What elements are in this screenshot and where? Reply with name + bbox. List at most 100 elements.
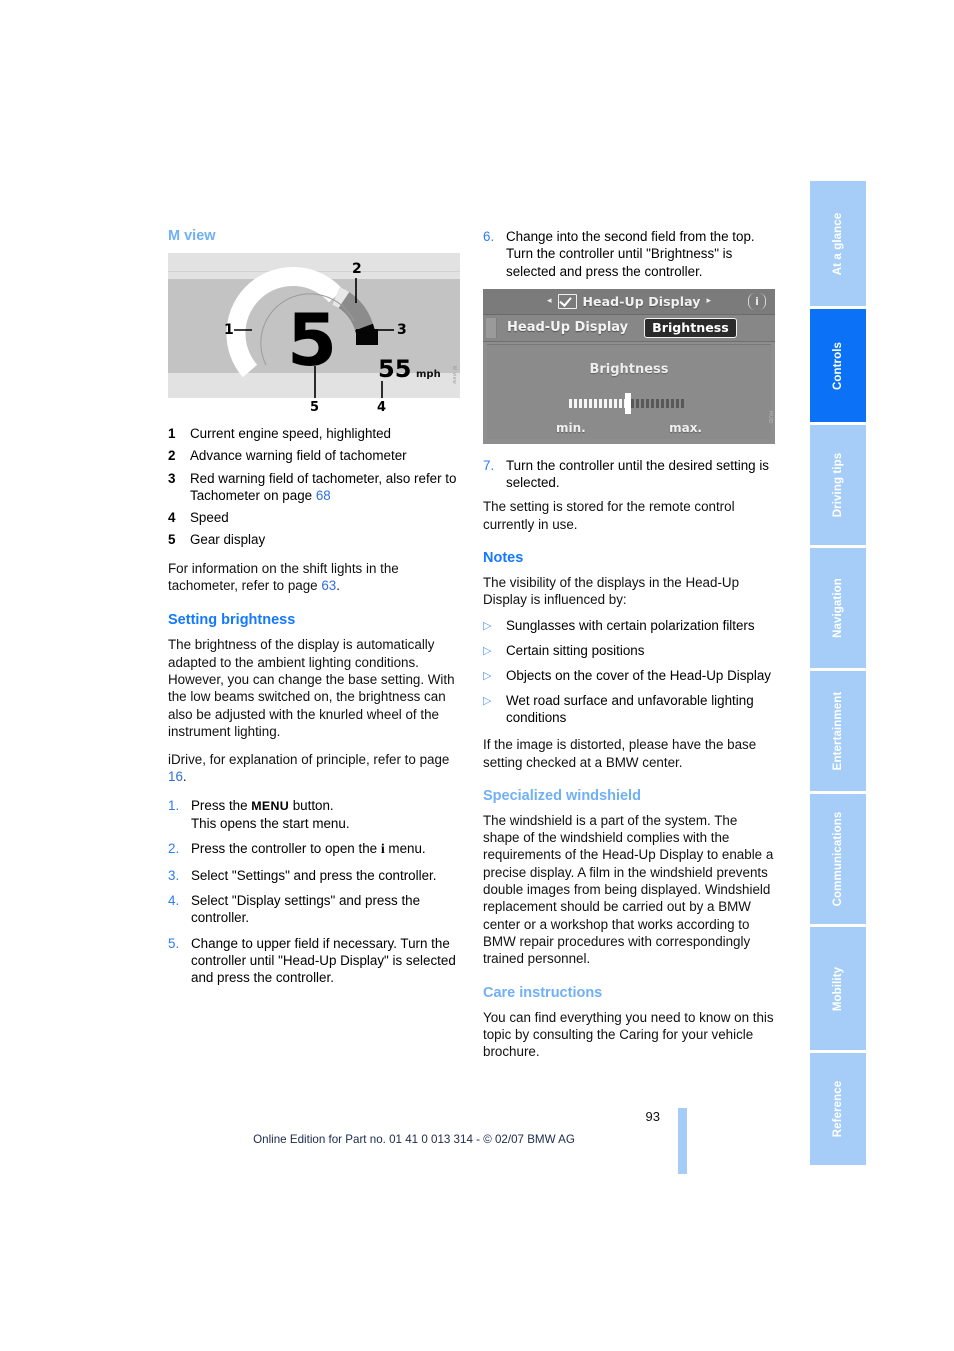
step-item: 3. Select "Settings" and press the contr… <box>168 867 460 884</box>
info-icon[interactable]: i <box>748 292 766 310</box>
step-text: Change into the second field from the to… <box>506 229 755 279</box>
idrive-reference: iDrive, for explanation of principle, re… <box>168 751 460 786</box>
tab-label: Entertainment <box>832 691 844 771</box>
slider-handle[interactable] <box>625 392 631 414</box>
triangle-bullet-icon: ▷ <box>483 619 492 632</box>
footer-accent-bar <box>678 1108 687 1174</box>
step-item: 6. Change into the second field from the… <box>483 228 775 280</box>
legend-text: Red warning field of tachometer, also re… <box>190 470 460 505</box>
notes-intro: The visibility of the displays in the He… <box>483 575 740 608</box>
step-text: Turn the controller until the desired se… <box>506 457 769 491</box>
shift-lights-note: For information on the shift lights in t… <box>168 560 460 595</box>
bullet-text: Certain sitting positions <box>506 642 645 658</box>
step-text-after: menu. <box>384 841 426 857</box>
legend-text: Gear display <box>190 532 266 548</box>
bullet-item: ▷ Sunglasses with certain polarization f… <box>483 617 775 636</box>
checkmark-icon <box>557 293 577 309</box>
step-text-before: Press the controller to open the <box>191 841 381 857</box>
manual-page: At a glance Controls Driving tips Naviga… <box>0 0 954 1351</box>
step-item: 4. Select "Display settings" and press t… <box>168 892 460 927</box>
page-number: 93 <box>645 1109 660 1124</box>
idrive-top-bar: ◂ Head-Up Display ▸ i <box>483 288 775 315</box>
svg-text:1: 1 <box>224 322 234 338</box>
menu-button-glyph: MENU <box>251 798 289 813</box>
idrive-row-slot <box>486 317 497 338</box>
step-number: 6. <box>483 229 495 244</box>
tab-communications[interactable]: Communications <box>810 794 866 924</box>
step-number: 5. <box>168 935 180 951</box>
tab-label: Controls <box>832 341 844 390</box>
figure-callout-numbers: 5 4 <box>310 400 386 414</box>
legend-number: 3 <box>168 470 176 486</box>
right-column: 6. Change into the second field from the… <box>483 228 775 1060</box>
tab-entertainment[interactable]: Entertainment <box>810 671 866 791</box>
step-number: 2. <box>168 841 180 857</box>
setting-brightness-paragraph: The brightness of the display is automat… <box>168 637 455 739</box>
step-item: 7. Turn the controller until the desired… <box>483 457 775 492</box>
care-instructions-paragraph: You can find everything you need to know… <box>483 1009 774 1060</box>
step-number: 1. <box>168 797 180 813</box>
slider-scale-labels: min. max. <box>556 421 702 435</box>
slider-filled-segment <box>569 398 625 408</box>
idrive-content-area: Brightness min. max. <box>487 343 771 439</box>
idrive-screen-title: Head-Up Display <box>582 293 701 309</box>
tab-label: At a glance <box>832 212 844 275</box>
svg-text:2: 2 <box>352 261 362 277</box>
idrive-menu-row: Head-Up Display Brightness <box>483 314 775 342</box>
svg-text:mph: mph <box>416 369 441 380</box>
bullet-text: Objects on the cover of the Head-Up Disp… <box>506 667 771 683</box>
svg-text:5: 5 <box>287 298 337 382</box>
legend-text: Advance warning field of tachometer <box>190 448 407 464</box>
step-text: Select "Settings" and press the controll… <box>191 867 437 883</box>
idrive-reference-text: iDrive, for explanation of principle, re… <box>168 752 450 768</box>
bullet-text: Sunglasses with certain polarization fil… <box>506 617 755 633</box>
slider-min-label: min. <box>556 420 586 435</box>
step-text: Press the controller to open the i menu. <box>191 840 460 858</box>
step-item: 2. Press the controller to open the i me… <box>168 840 460 858</box>
bullet-item: ▷ Wet road surface and unfavorable light… <box>483 692 775 727</box>
heading-m-view: M view <box>168 228 216 244</box>
shift-lights-note-suffix: . <box>336 578 340 594</box>
brightness-slider[interactable] <box>569 392 689 414</box>
tab-reference[interactable]: Reference <box>810 1053 866 1165</box>
idrive-selected-item[interactable]: Brightness <box>644 317 737 338</box>
tab-label: Driving tips <box>832 452 844 518</box>
tab-at-a-glance[interactable]: At a glance <box>810 181 866 306</box>
left-column: M view 5 55 mph 1 2 3 M view 5 4 1 Curre… <box>168 228 460 994</box>
step-text: Change to upper field if necessary. Turn… <box>191 935 456 986</box>
setting-brightness-steps: 1. Press the MENU button. This opens the … <box>168 797 460 987</box>
idrive-menu-label[interactable]: Head-Up Display <box>507 320 628 335</box>
chapter-tab-rail: At a glance Controls Driving tips Naviga… <box>810 181 866 1165</box>
legend-number: 1 <box>168 426 176 441</box>
step-item: 5. Change to upper field if necessary. T… <box>168 935 460 987</box>
chevron-right-icon[interactable]: ▸ <box>707 296 712 306</box>
svg-text:55: 55 <box>378 355 411 383</box>
page-cross-reference[interactable]: 16 <box>168 769 183 784</box>
chevron-left-icon[interactable]: ◂ <box>547 296 552 306</box>
tab-label: Mobility <box>832 966 844 1011</box>
tab-controls[interactable]: Controls <box>810 309 866 422</box>
legend-item: 2 Advance warning field of tachometer <box>168 447 460 464</box>
step-text-before: Press the <box>191 797 252 813</box>
legend-number: 4 <box>168 510 176 526</box>
tab-navigation[interactable]: Navigation <box>810 548 866 668</box>
page-cross-reference[interactable]: 68 <box>316 488 331 503</box>
slider-empty-segment <box>631 398 686 408</box>
triangle-bullet-icon: ▷ <box>483 669 492 682</box>
bullet-text: Wet road surface and unfavorable lightin… <box>506 692 754 725</box>
tab-mobility[interactable]: Mobility <box>810 927 866 1050</box>
legend-item: 3 Red warning field of tachometer, also … <box>168 470 460 505</box>
step-number: 3. <box>168 867 180 883</box>
heading-setting-brightness: Setting brightness <box>168 612 296 629</box>
figure-m-view-tachometer: 5 55 mph 1 2 3 M view <box>168 253 460 398</box>
legend-text: Speed <box>190 510 229 526</box>
page-cross-reference[interactable]: 63 <box>321 578 336 593</box>
legend-item: 5 Gear display <box>168 531 460 548</box>
slider-max-label: max. <box>669 420 702 435</box>
shift-lights-note-text: For information on the shift lights in t… <box>168 560 399 594</box>
tab-driving-tips[interactable]: Driving tips <box>810 425 866 545</box>
figure-reference-code: M view <box>451 366 457 384</box>
bullet-item: ▷ Objects on the cover of the Head-Up Di… <box>483 667 775 686</box>
specialized-windshield-paragraph: The windshield is a part of the system. … <box>483 812 774 967</box>
bullet-item: ▷ Certain sitting positions <box>483 642 775 661</box>
